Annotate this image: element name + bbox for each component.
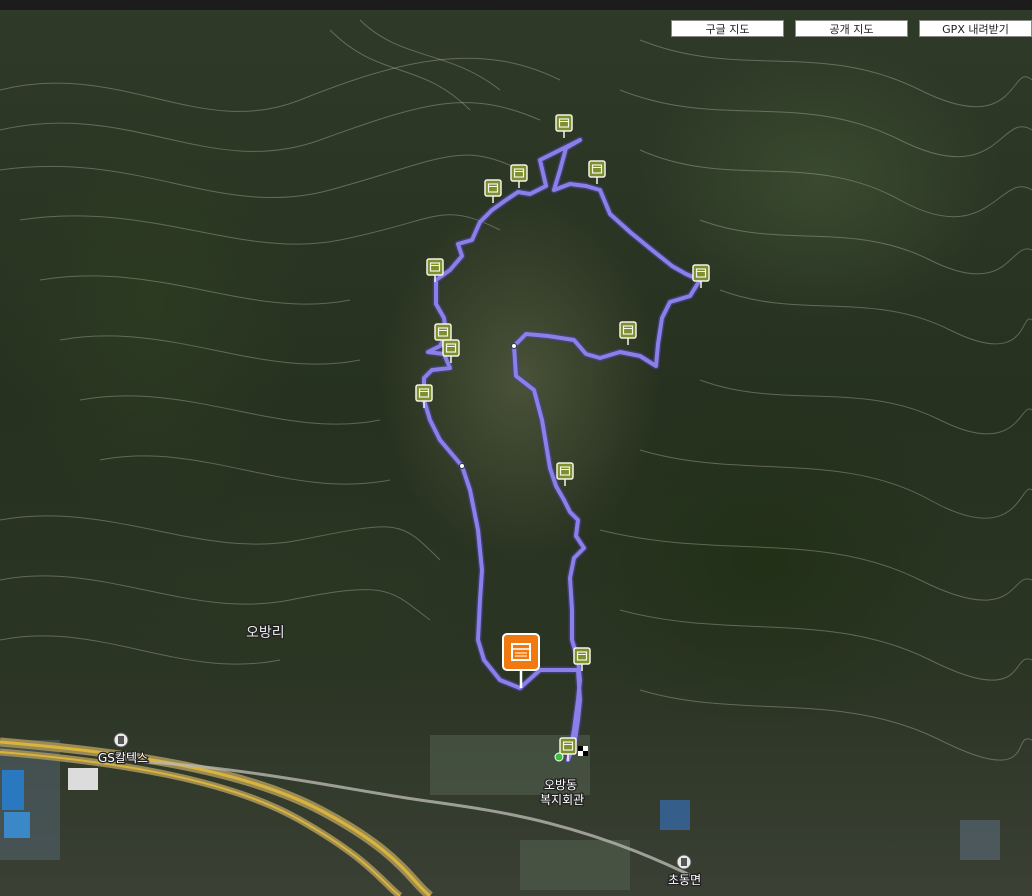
gps-track [420, 136, 704, 764]
highway [0, 737, 433, 896]
waypoint-marker[interactable] [484, 179, 502, 204]
place-label-welfare: 복지회관 [540, 793, 584, 807]
waypoint-marker[interactable] [510, 164, 528, 189]
place-label-welfare: 오방동 [544, 778, 577, 792]
waypoint-marker[interactable] [556, 462, 574, 487]
place-label-gs: GS칼텍스 [98, 751, 148, 765]
gas-station-icon [113, 732, 129, 748]
google-map-button[interactable]: 구글 지도 [671, 20, 784, 37]
waypoint-marker[interactable] [619, 321, 637, 346]
place-label-chodong: 초동면 [668, 873, 701, 887]
map-overlay: 오방리 GS칼텍스 오방동 복지회관 초동면 [0, 19, 1032, 896]
waypoint-marker[interactable] [415, 384, 433, 409]
satellite-map[interactable]: 오방리 GS칼텍스 오방동 복지회관 초동면 구글 지도 공개 지도 GPX 내… [0, 0, 1032, 896]
public-office-icon [676, 854, 692, 870]
place-label-obangri: 오방리 [246, 625, 285, 641]
waypoint-marker[interactable] [588, 160, 606, 185]
track-points [459, 343, 517, 469]
gpx-download-button[interactable]: GPX 내려받기 [919, 20, 1032, 37]
public-map-button[interactable]: 공개 지도 [795, 20, 908, 37]
waypoint-marker[interactable] [555, 114, 573, 139]
